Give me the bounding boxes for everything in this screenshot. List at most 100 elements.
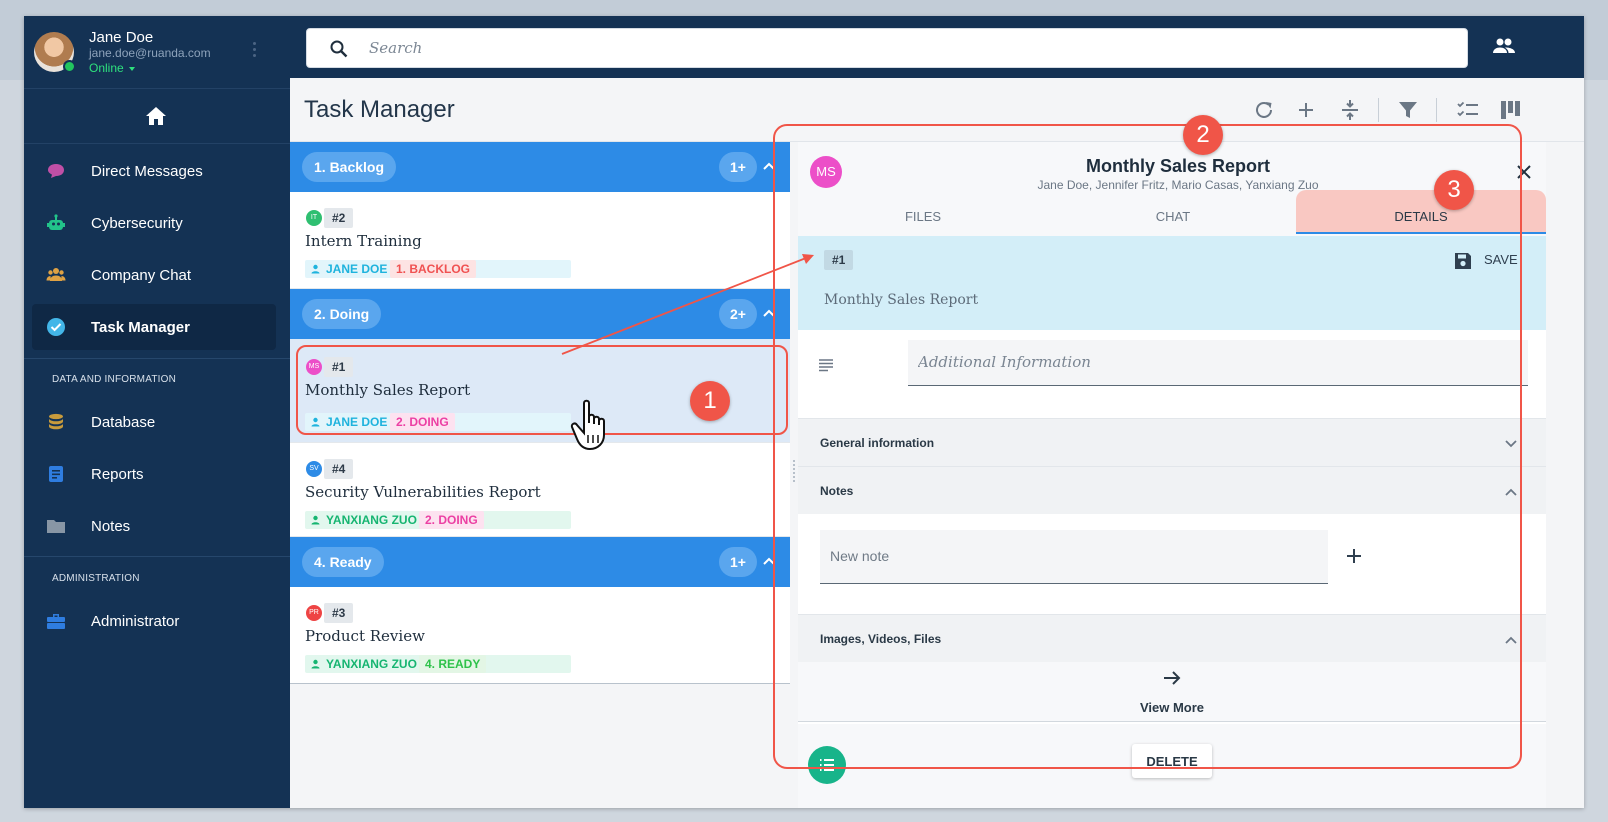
task-card[interactable]: PR #3 Product Review YANXIANG ZUO 4. REA… <box>290 587 790 684</box>
section-heading-admin: ADMINISTRATION <box>52 573 140 584</box>
search-input[interactable] <box>369 35 1449 61</box>
app-window: Jane Doe jane.doe@ruanda.com Online Dire… <box>24 16 1584 808</box>
task-number: #2 <box>324 208 354 228</box>
toolbox-icon <box>47 614 65 629</box>
tab-details[interactable]: DETAILS <box>1296 190 1546 234</box>
group-name: 1. Backlog <box>302 152 397 182</box>
kanban-icon[interactable] <box>1498 98 1522 122</box>
chat-bubble-icon <box>48 164 64 178</box>
assignee-name: JANE DOE <box>326 262 388 276</box>
status-badge[interactable]: 1. BACKLOG <box>390 260 477 278</box>
people-icon[interactable] <box>1492 36 1516 56</box>
task-name-field[interactable]: Monthly Sales Report <box>824 292 978 308</box>
new-note-field[interactable] <box>820 530 1328 584</box>
chevron-up-icon[interactable] <box>1504 485 1518 499</box>
user-email: jane.doe@ruanda.com <box>89 46 211 60</box>
sidebar-item-reports[interactable]: Reports <box>32 451 276 497</box>
section-title: General information <box>820 436 935 450</box>
save-button[interactable]: SAVE <box>1454 248 1518 272</box>
sidebar-item-label: Reports <box>91 466 144 483</box>
group-count: 2+ <box>719 299 757 329</box>
section-notes[interactable]: Notes <box>798 466 1546 514</box>
chevron-up-icon[interactable] <box>762 306 776 320</box>
detail-tabs: FILES CHAT DETAILS <box>798 190 1546 234</box>
tab-files[interactable]: FILES <box>798 190 1048 234</box>
task-title: Product Review <box>305 627 425 645</box>
section-heading-data: DATA AND INFORMATION <box>52 374 177 385</box>
online-status-dot <box>63 60 76 73</box>
assignee-name: YANXIANG ZUO <box>326 513 417 527</box>
sidebar-item-database[interactable]: Database <box>32 399 276 445</box>
toolbar-divider <box>1436 98 1437 122</box>
group-icon <box>46 268 66 281</box>
task-title: Intern Training <box>305 232 422 250</box>
status-dropdown[interactable]: Online <box>89 61 135 75</box>
tab-chat[interactable]: CHAT <box>1048 190 1298 234</box>
home-icon <box>146 107 166 125</box>
notes-body <box>798 514 1546 614</box>
task-avatar: PR <box>306 605 322 621</box>
add-icon[interactable] <box>1294 98 1318 122</box>
task-card[interactable]: IT #2 Intern Training JANE DOE 1. BACKLO… <box>290 192 790 289</box>
save-label: SAVE <box>1484 252 1518 267</box>
sidebar-item-notes[interactable]: Notes <box>32 503 276 549</box>
additional-info-field[interactable] <box>908 340 1528 386</box>
page-header: Task Manager <box>290 78 1584 142</box>
chevron-down-icon[interactable] <box>1504 437 1518 451</box>
person-icon <box>311 515 320 525</box>
section-general-information[interactable]: General information <box>798 418 1546 466</box>
sidebar-item-task-manager[interactable]: Task Manager <box>32 304 276 350</box>
status-badge[interactable]: 4. READY <box>419 655 487 673</box>
checklist-icon[interactable] <box>1456 98 1480 122</box>
hand-cursor-icon <box>570 399 605 451</box>
sidebar-item-label: Company Chat <box>91 267 192 284</box>
group-header-backlog[interactable]: 1. Backlog 1+ <box>290 142 790 192</box>
delete-button[interactable]: DELETE <box>1132 744 1212 778</box>
caret-down-icon <box>128 66 135 71</box>
home-button[interactable] <box>24 88 290 144</box>
group-count: 1+ <box>719 547 757 577</box>
folder-icon <box>47 520 65 533</box>
arrow-right-icon <box>1164 671 1181 685</box>
sidebar-item-direct-messages[interactable]: Direct Messages <box>32 148 276 194</box>
list-menu-button[interactable] <box>808 746 846 784</box>
filter-icon[interactable] <box>1396 98 1420 122</box>
task-card[interactable]: SV #4 Security Vulnerabilities Report YA… <box>290 443 790 537</box>
chevron-up-icon[interactable] <box>1504 633 1518 647</box>
sidebar-item-label: Cybersecurity <box>91 215 183 232</box>
sidebar-item-cybersecurity[interactable]: Cybersecurity <box>32 200 276 246</box>
detail-avatar: MS <box>810 156 842 188</box>
new-note-input[interactable] <box>830 544 1310 568</box>
user-profile[interactable]: Jane Doe jane.doe@ruanda.com Online <box>24 16 290 88</box>
user-name: Jane Doe <box>89 29 154 46</box>
more-vertical-icon[interactable] <box>253 42 257 60</box>
group-name: 4. Ready <box>302 547 384 577</box>
section-title: Images, Videos, Files <box>820 632 942 646</box>
resize-handle[interactable] <box>790 142 798 808</box>
database-icon <box>49 413 63 430</box>
group-header-ready[interactable]: 4. Ready 1+ <box>290 537 790 587</box>
chevron-up-icon[interactable] <box>762 159 776 173</box>
chevron-up-icon[interactable] <box>762 554 776 568</box>
status-badge[interactable]: 2. DOING <box>419 511 484 529</box>
collapse-icon[interactable] <box>1338 98 1362 122</box>
sidebar-item-administrator[interactable]: Administrator <box>32 598 276 644</box>
sidebar-item-company-chat[interactable]: Company Chat <box>32 252 276 298</box>
person-icon <box>311 264 320 274</box>
task-number: #1 <box>824 250 854 270</box>
view-more-button[interactable]: View More <box>798 662 1546 722</box>
add-note-icon[interactable] <box>1346 548 1362 564</box>
view-more-label: View More <box>1139 700 1205 715</box>
section-media[interactable]: Images, Videos, Files <box>798 614 1546 662</box>
task-avatar: IT <box>306 210 322 226</box>
sidebar-item-label: Task Manager <box>91 319 190 336</box>
group-header-doing[interactable]: 2. Doing 2+ <box>290 289 790 339</box>
close-icon[interactable] <box>1516 164 1532 180</box>
sidebar-item-label: Database <box>91 414 156 431</box>
additional-info-input[interactable] <box>918 348 1514 376</box>
section-title: Notes <box>820 484 854 498</box>
search-bar[interactable] <box>306 28 1468 68</box>
refresh-icon[interactable] <box>1252 98 1276 122</box>
save-icon <box>1455 252 1471 269</box>
sidebar-item-label: Notes <box>91 518 131 535</box>
